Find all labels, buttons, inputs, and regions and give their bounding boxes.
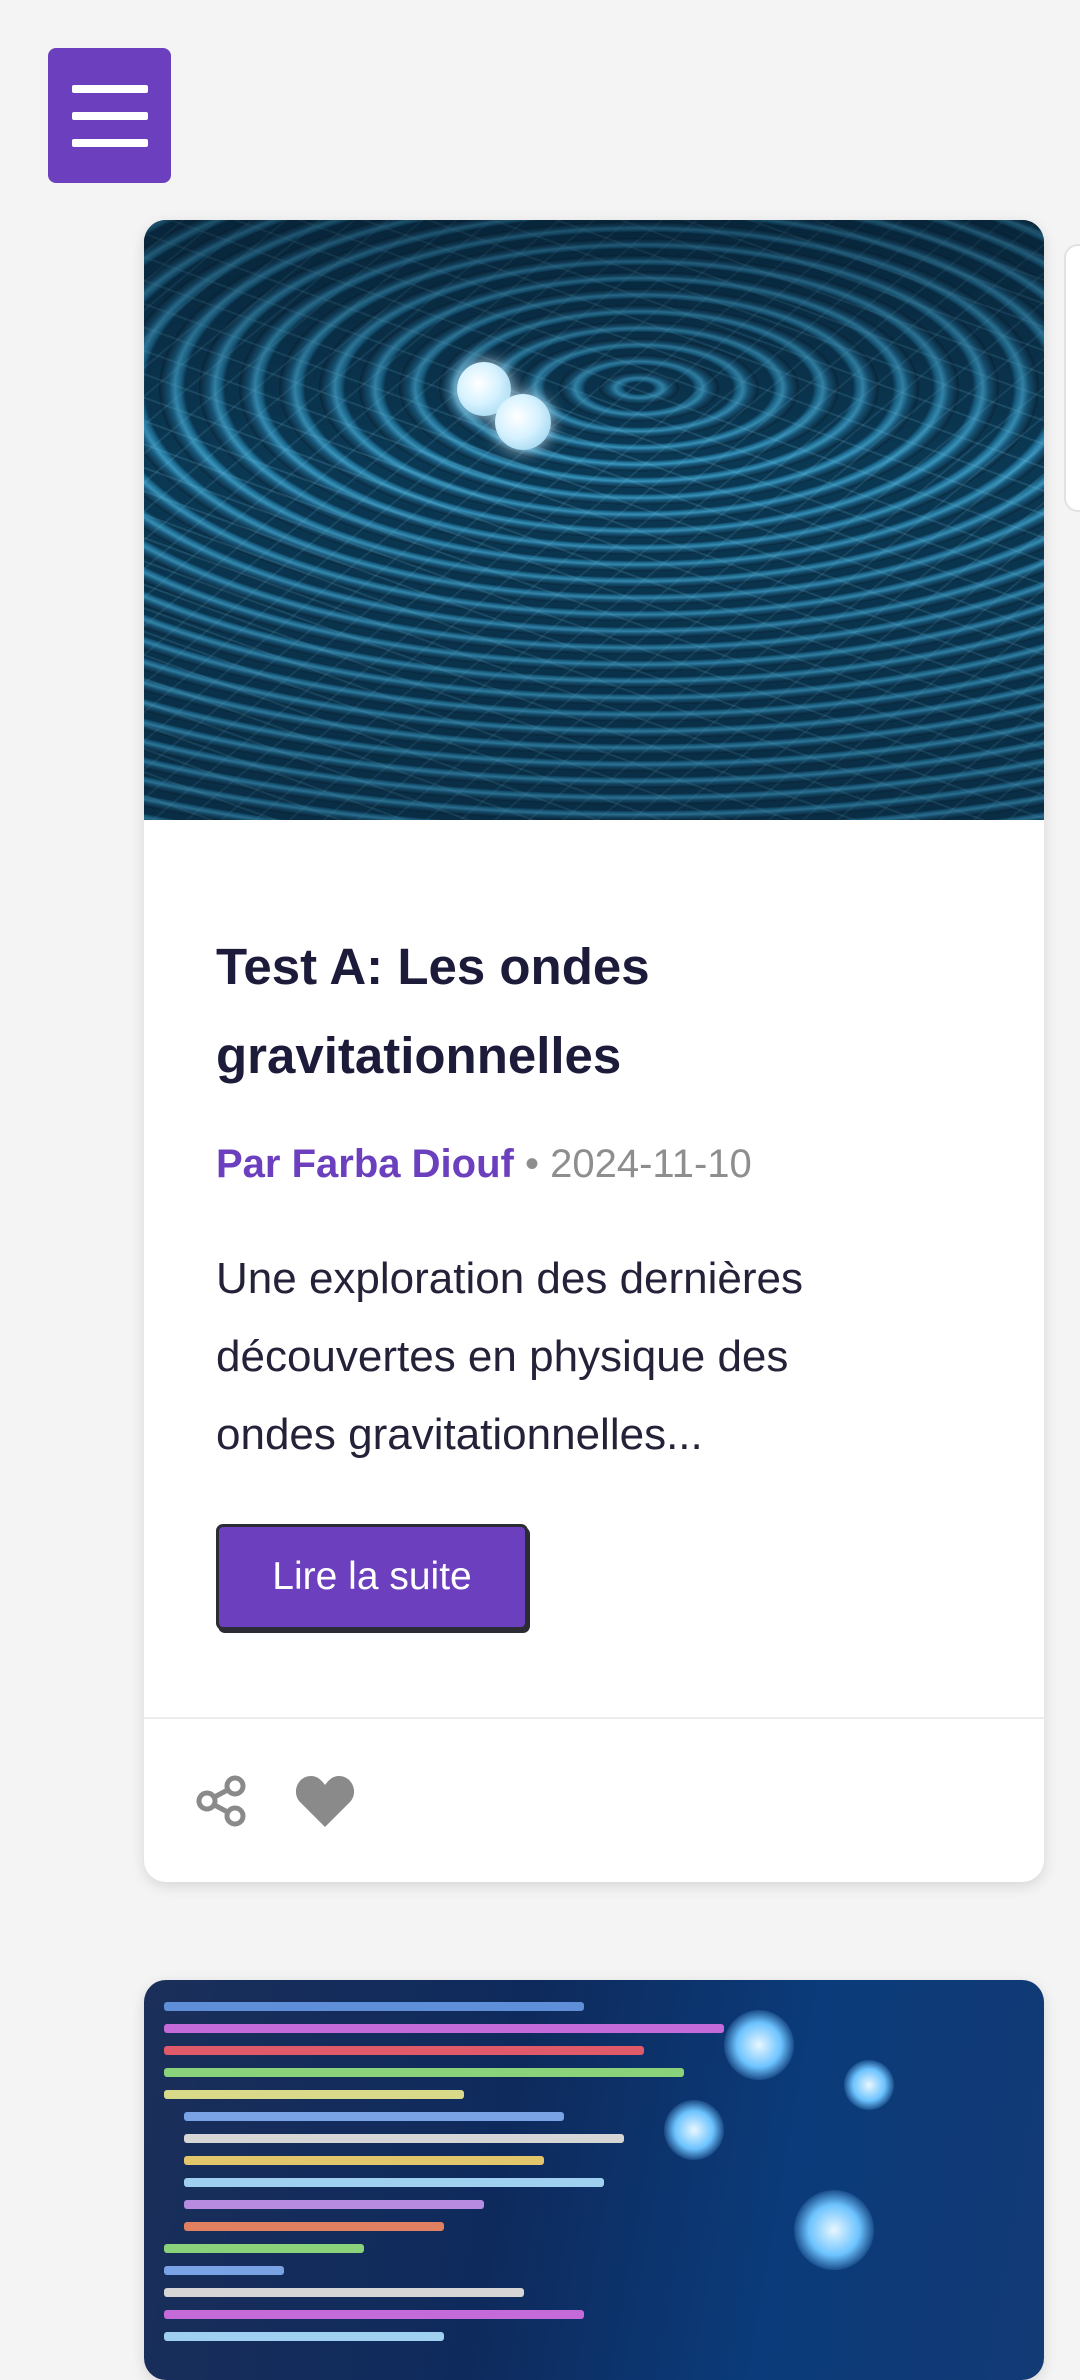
article-image[interactable] (144, 220, 1044, 820)
code-line (164, 2310, 584, 2319)
code-line (164, 2266, 284, 2275)
code-line (164, 2090, 464, 2099)
light-glow (844, 2060, 894, 2110)
card-actions (144, 1717, 1044, 1882)
next-card-peek[interactable] (1064, 244, 1080, 512)
code-line (164, 2332, 444, 2341)
article-meta: Par Farba Diouf • 2024-11-10 (216, 1140, 972, 1188)
code-line (184, 2200, 484, 2209)
code-line (164, 2046, 644, 2055)
article-date: 2024-11-10 (550, 1142, 752, 1186)
menu-bar (71, 111, 148, 120)
article-image[interactable] (144, 1980, 1044, 2380)
menu-button[interactable] (48, 48, 171, 183)
code-line (184, 2178, 604, 2187)
menu-bar (71, 84, 148, 93)
menu-bar (71, 138, 148, 147)
code-line (184, 2134, 624, 2143)
article-author[interactable]: Par Farba Diouf (216, 1142, 514, 1186)
article-excerpt: Une exploration des dernières découverte… (216, 1254, 804, 1459)
code-line (184, 2112, 564, 2121)
article-card (144, 1980, 1044, 2380)
code-line (184, 2222, 444, 2231)
heart-icon[interactable] (294, 1770, 356, 1832)
code-line (164, 2002, 584, 2011)
code-line (184, 2156, 544, 2165)
code-line (164, 2244, 364, 2253)
code-line (164, 2288, 524, 2297)
light-glow (724, 2010, 794, 2080)
meta-separator: • (524, 1142, 539, 1186)
share-icon[interactable] (190, 1770, 252, 1832)
read-more-button[interactable]: Lire la suite (216, 1524, 528, 1630)
code-line (164, 2068, 684, 2077)
star-sphere (495, 394, 551, 450)
light-glow (794, 2190, 874, 2270)
image-shade (144, 220, 1044, 820)
code-line (164, 2024, 724, 2033)
article-title[interactable]: Test A: Les ondes gravitationnelles (216, 922, 916, 1100)
light-glow (664, 2100, 724, 2160)
article-card: Test A: Les ondes gravitationnelles Par … (144, 220, 1044, 1882)
